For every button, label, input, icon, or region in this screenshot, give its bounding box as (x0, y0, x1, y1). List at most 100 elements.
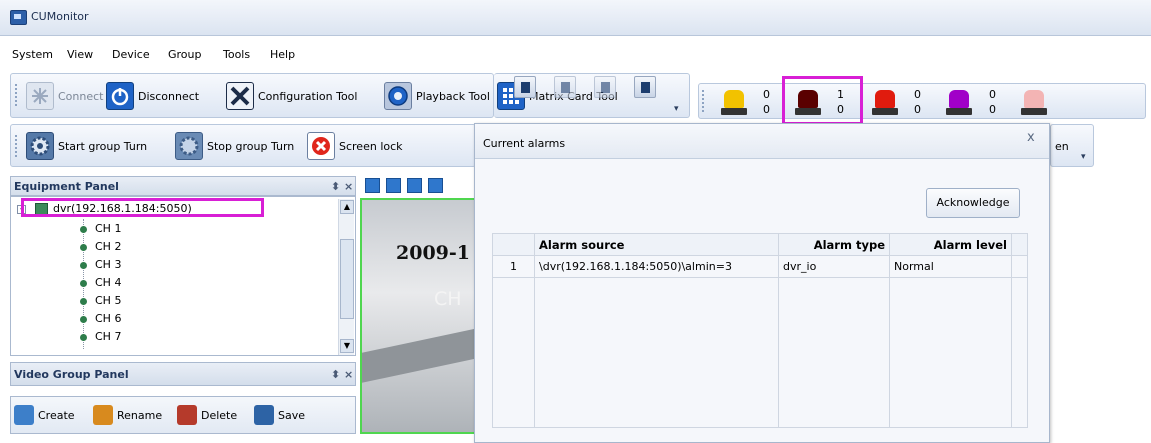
save-label: Save (278, 408, 306, 422)
video-channel-overlay: CH (434, 288, 462, 310)
lock-screen-icon (307, 132, 335, 160)
purple-alarm-count-top: 0 (989, 88, 996, 101)
yellow-alarm-count-bottom: 0 (763, 103, 770, 116)
tree-item-ch1[interactable]: CH 1 (95, 222, 121, 235)
menu-view[interactable]: View (67, 48, 93, 61)
dialog-titlebar: Current alarms x (475, 124, 1049, 159)
menu-group[interactable]: Group (168, 48, 202, 61)
playback-icon (384, 82, 412, 110)
channel-icon (80, 316, 87, 323)
delete-group-button[interactable]: Delete (177, 400, 237, 430)
tools-icon (226, 82, 254, 110)
pink-alarm-light-icon[interactable] (1020, 88, 1048, 116)
tree-item-ch3[interactable]: CH 3 (95, 258, 121, 271)
menu-help[interactable]: Help (270, 48, 295, 61)
toolbar-overflow-icon[interactable]: ▾ (674, 104, 679, 114)
row-number-header (492, 233, 535, 256)
menu-system[interactable]: System (12, 48, 53, 61)
title-bar: CUMonitor (0, 0, 1151, 36)
tree-item-ch5[interactable]: CH 5 (95, 294, 121, 307)
acknowledge-button[interactable]: Acknowledge (926, 188, 1020, 218)
playback-tool-button[interactable]: Playback Tool (384, 81, 490, 111)
save-group-icon (254, 405, 274, 425)
delete-label: Delete (201, 408, 238, 422)
tree-scrollbar[interactable]: ▲ ▼ (338, 199, 354, 355)
channel-icon (80, 262, 87, 269)
menu-bar: System View Device Group Tools Help (0, 43, 1151, 67)
connect-button[interactable]: Connect (26, 81, 103, 111)
tree-item-ch7[interactable]: CH 7 (95, 330, 121, 343)
red-alarm-count-top: 0 (914, 88, 921, 101)
video-group-panel-pin-close[interactable]: ⬍ × (331, 368, 353, 381)
channel-icon (80, 244, 87, 251)
layout-1-icon[interactable] (365, 178, 380, 193)
playback-tool-label: Playback Tool (416, 89, 490, 103)
row-index: 1 (492, 255, 535, 278)
create-label: Create (38, 408, 75, 422)
gear-stop-icon (175, 132, 203, 160)
tree-item-ch4[interactable]: CH 4 (95, 276, 121, 289)
channel-icon (80, 334, 87, 341)
red-alarm-light-icon[interactable] (871, 88, 899, 116)
connect-label: Connect (58, 89, 104, 103)
screen-lock-button[interactable]: Screen lock (307, 131, 403, 161)
delete-group-icon (177, 405, 197, 425)
start-group-turn-button[interactable]: Start group Turn (26, 131, 147, 161)
save-group-button[interactable]: Save (254, 400, 305, 430)
video-preview[interactable]: 2009-1 CH (360, 198, 480, 434)
toolbar-grip[interactable] (15, 84, 21, 106)
scroll-thumb[interactable] (340, 239, 354, 319)
rename-group-button[interactable]: Rename (93, 400, 162, 430)
tree-item-ch2[interactable]: CH 2 (95, 240, 121, 253)
table-row[interactable]: 1 \dvr(192.168.1.184:5050)\almin=3 dvr_i… (492, 255, 1028, 278)
channel-icon (80, 298, 87, 305)
close-icon[interactable]: x (1027, 130, 1035, 145)
menu-tools[interactable]: Tools (223, 48, 250, 61)
layout-4-icon[interactable] (386, 178, 401, 193)
highlight-box-alarm (782, 76, 863, 125)
chevron-down-icon[interactable]: ▾ (1081, 152, 1086, 162)
configuration-tool-label: Configuration Tool (258, 89, 358, 103)
table-header-row: Alarm source Alarm type Alarm level (492, 233, 1028, 256)
alarm-level-cell: Normal (889, 255, 1012, 278)
alarm-toolbar-grip[interactable] (702, 90, 708, 112)
alarm-source-header[interactable]: Alarm source (534, 233, 779, 256)
layout-9-icon[interactable] (407, 178, 422, 193)
disconnect-label: Disconnect (138, 89, 200, 103)
stop-group-turn-button[interactable]: Stop group Turn (175, 131, 294, 161)
create-group-button[interactable]: Create (14, 400, 75, 430)
yellow-alarm-light-icon[interactable] (720, 88, 748, 116)
toolbar-overflow-text: en (1055, 140, 1069, 153)
purple-alarm-count-bottom: 0 (989, 103, 996, 116)
scroll-up-icon[interactable]: ▲ (340, 200, 354, 214)
equipment-panel-pin-close[interactable]: ⬍ × (331, 180, 353, 193)
purple-alarm-light-icon[interactable] (945, 88, 973, 116)
alarm-type-cell: dvr_io (778, 255, 890, 278)
asterisk-icon (26, 82, 54, 110)
configuration-tool-button[interactable]: Configuration Tool (226, 81, 357, 111)
tree-item-ch6[interactable]: CH 6 (95, 312, 121, 325)
alarm-source-cell: \dvr(192.168.1.184:5050)\almin=3 (534, 255, 779, 278)
video-group-toolbar: Create Rename Delete Save (10, 396, 356, 434)
rename-label: Rename (117, 408, 163, 422)
yellow-alarm-count-top: 0 (763, 88, 770, 101)
alarm-type-header[interactable]: Alarm type (778, 233, 890, 256)
next-record-icon[interactable] (594, 76, 616, 98)
window-title: CUMonitor (31, 10, 89, 23)
power-icon (106, 82, 134, 110)
menu-device[interactable]: Device (112, 48, 150, 61)
screen-lock-label: Screen lock (339, 139, 403, 153)
rename-group-icon (93, 405, 113, 425)
alarm-level-header[interactable]: Alarm level (889, 233, 1012, 256)
start-group-turn-label: Start group Turn (58, 139, 148, 153)
scroll-down-icon[interactable]: ▼ (340, 339, 354, 353)
group-toolbar-grip[interactable] (15, 135, 21, 157)
red-alarm-count-bottom: 0 (914, 103, 921, 116)
last-record-icon[interactable] (634, 76, 656, 98)
video-group-panel-header: Video Group Panel ⬍ × (10, 362, 356, 386)
layout-16-icon[interactable] (428, 178, 443, 193)
first-record-icon[interactable] (514, 76, 536, 98)
previous-record-icon[interactable] (554, 76, 576, 98)
disconnect-button[interactable]: Disconnect (106, 81, 199, 111)
alarms-table: Alarm source Alarm type Alarm level 1 \d… (492, 233, 1028, 428)
